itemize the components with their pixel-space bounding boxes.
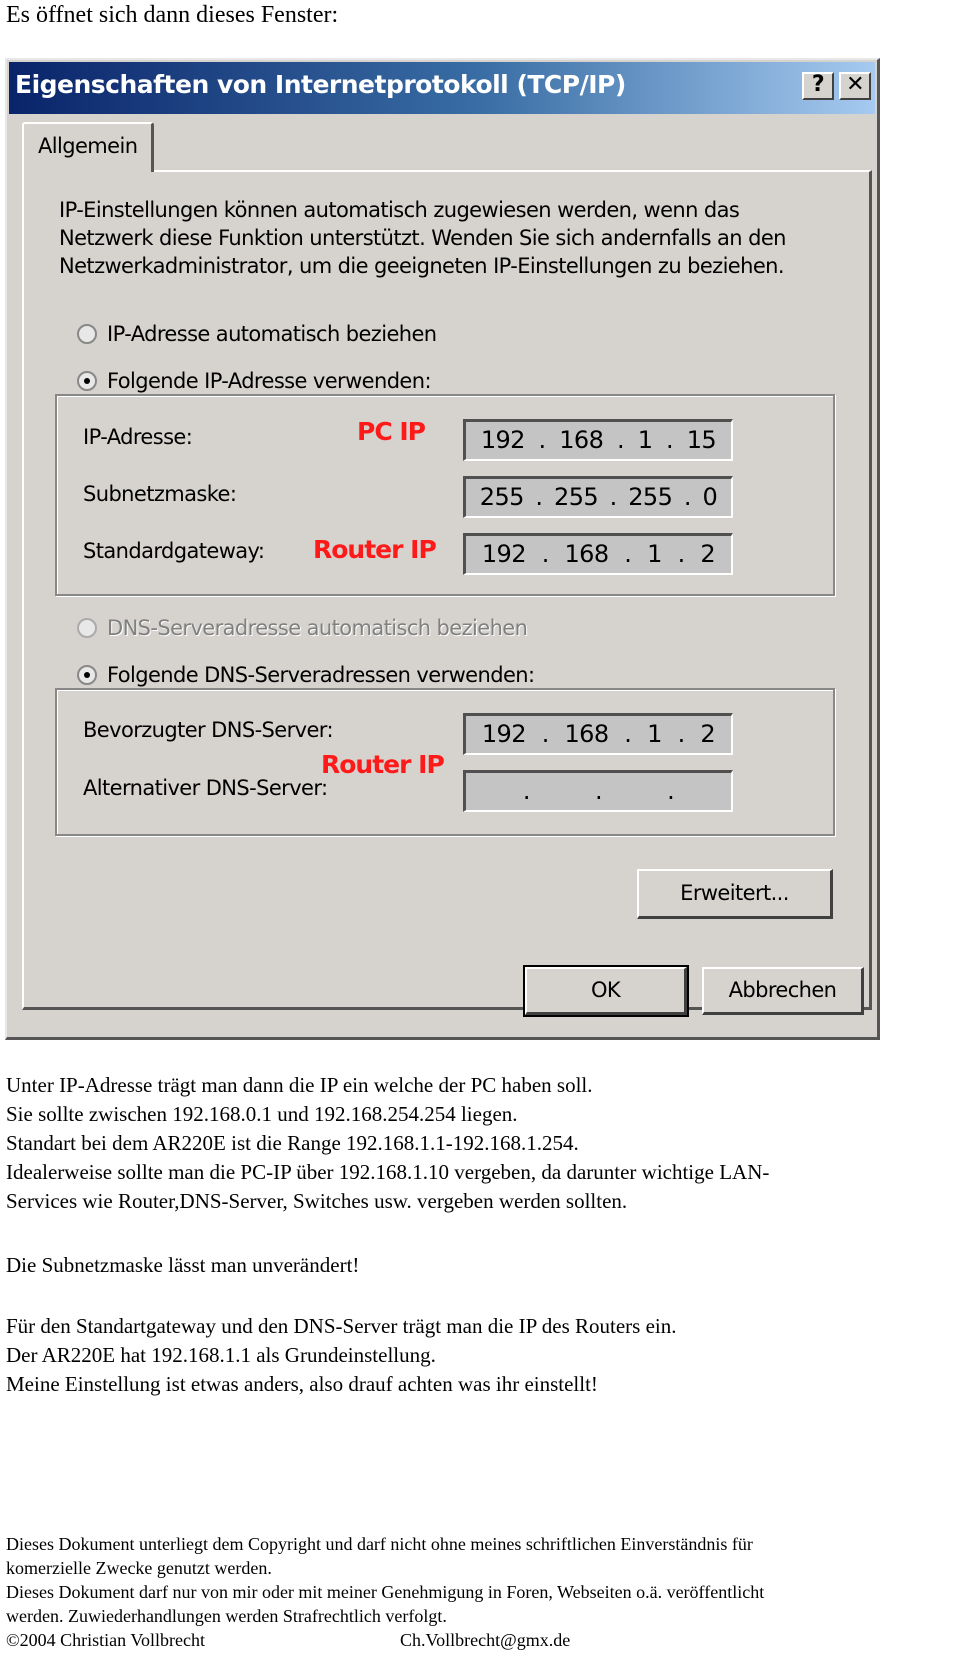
octet: 1 (647, 540, 662, 568)
alternate-dns-input[interactable]: . . . (463, 770, 733, 812)
help-button[interactable]: ? (802, 72, 834, 100)
dialog-title: Eigenschaften von Internetprotokoll (TCP… (15, 70, 626, 99)
default-gateway-input[interactable]: 192. 168. 1. 2 (463, 533, 733, 575)
annotation-pc-ip: PC IP (357, 417, 426, 446)
octet: 1 (637, 426, 653, 454)
footer-line: Dieses Dokument unterliegt dem Copyright… (6, 1534, 753, 1554)
octet: 168 (564, 540, 610, 568)
radio-dns-auto[interactable]: DNS-Serveradresse automatisch beziehen (77, 616, 528, 640)
radio-label: IP-Adresse automatisch beziehen (107, 322, 437, 346)
octet: 1 (647, 720, 662, 748)
tab-allgemein[interactable]: Allgemein (22, 122, 154, 172)
copyright-footer: Dieses Dokument unterliegt dem Copyright… (6, 1532, 764, 1652)
radio-dns-manual[interactable]: Folgende DNS-Serveradressen verwenden: (71, 663, 541, 687)
help-icon: ? (811, 72, 825, 97)
octet: 168 (564, 720, 610, 748)
preferred-dns-input[interactable]: 192. 168. 1. 2 (463, 713, 733, 755)
close-button[interactable]: ✕ (839, 72, 871, 100)
paragraph-subnet: Die Subnetzmaske lässt man unverändert! (6, 1251, 359, 1280)
button-label: OK (590, 978, 621, 1002)
subnet-mask-input[interactable]: 255. 255. 255. 0 (463, 476, 733, 518)
cancel-button[interactable]: Abbrechen (702, 967, 864, 1015)
ip-address-input[interactable]: 192. 168. 1. 15 (463, 419, 733, 461)
radio-ip-auto[interactable]: IP-Adresse automatisch beziehen (77, 322, 437, 346)
ok-button[interactable]: OK (523, 965, 689, 1017)
octet: 255 (554, 483, 599, 511)
radio-label: DNS-Serveradresse automatisch beziehen (107, 616, 528, 640)
text-line: Meine Einstellung ist etwas anders, also… (6, 1372, 598, 1396)
radio-ip-manual[interactable]: Folgende IP-Adresse verwenden: (71, 369, 437, 393)
default-gateway-label: Standardgateway: (83, 539, 265, 563)
author-email: Ch.Vollbrecht@gmx.de (400, 1630, 571, 1650)
subnet-mask-label: Subnetzmaske: (83, 482, 237, 506)
footer-line: komerzielle Zwecke genutzt werden. (6, 1558, 272, 1578)
text-line: Die Subnetzmaske lässt man unverändert! (6, 1253, 360, 1277)
advanced-button[interactable]: Erweitert... (637, 869, 833, 919)
octet: 192 (481, 720, 527, 748)
text-line: Idealerweise sollte man die PC-IP über 1… (6, 1160, 770, 1184)
octet: 0 (702, 483, 718, 511)
copyright-notice: ©2004 Christian Vollbrecht (6, 1630, 206, 1650)
ip-address-label: IP-Adresse: (83, 425, 193, 449)
dns-groupbox (55, 688, 835, 836)
octet: 255 (479, 483, 525, 511)
text-line: Der AR220E hat 192.168.1.1 als Grundeins… (6, 1343, 436, 1367)
octet: 168 (559, 426, 604, 454)
text-line: Services wie Router,DNS-Server, Switches… (6, 1189, 628, 1213)
tcpip-properties-dialog: Eigenschaften von Internetprotokoll (TCP… (5, 58, 880, 1040)
paragraph-ip-info: Unter IP-Adresse trägt man dann die IP e… (6, 1071, 769, 1216)
footer-line: Dieses Dokument darf nur von mir oder mi… (6, 1582, 765, 1602)
annotation-router-ip-gateway: Router IP (313, 535, 437, 564)
annotation-router-ip-dns: Router IP (321, 750, 445, 779)
radio-circle[interactable] (77, 371, 97, 391)
text-line: Unter IP-Adresse trägt man dann die IP e… (6, 1073, 593, 1097)
octet: 192 (481, 540, 527, 568)
alternate-dns-label: Alternativer DNS-Server: (83, 776, 328, 800)
tab-label: Allgemein (38, 134, 138, 158)
octet: 2 (700, 540, 716, 568)
text-line: Für den Standartgateway und den DNS-Serv… (6, 1314, 677, 1338)
radio-label: Folgende DNS-Serveradressen verwenden: (107, 663, 535, 687)
button-label: Abbrechen (728, 978, 837, 1002)
intro-text: Es öffnet sich dann dieses Fenster: (6, 2, 339, 28)
description-text: IP-Einstellungen können automatisch zuge… (59, 198, 786, 278)
footer-line: werden. Zuwiederhandlungen werden Strafr… (6, 1606, 447, 1626)
radio-circle[interactable] (77, 324, 97, 344)
preferred-dns-label: Bevorzugter DNS-Server: (83, 718, 334, 742)
paragraph-gateway: Für den Standartgateway und den DNS-Serv… (6, 1312, 676, 1399)
radio-circle[interactable] (77, 665, 97, 685)
text-line: Standart bei dem AR220E ist die Range 19… (6, 1131, 579, 1155)
text-line: Sie sollte zwischen 192.168.0.1 und 192.… (6, 1102, 518, 1126)
close-icon: ✕ (846, 72, 864, 97)
octet: 255 (628, 483, 673, 511)
radio-label: Folgende IP-Adresse verwenden: (107, 369, 432, 393)
button-label: Erweitert... (680, 881, 789, 905)
octet: 192 (480, 426, 526, 454)
title-bar[interactable]: Eigenschaften von Internetprotokoll (TCP… (9, 62, 875, 114)
octet: 2 (700, 720, 716, 748)
octet: 15 (686, 426, 717, 454)
radio-circle[interactable] (77, 618, 97, 638)
